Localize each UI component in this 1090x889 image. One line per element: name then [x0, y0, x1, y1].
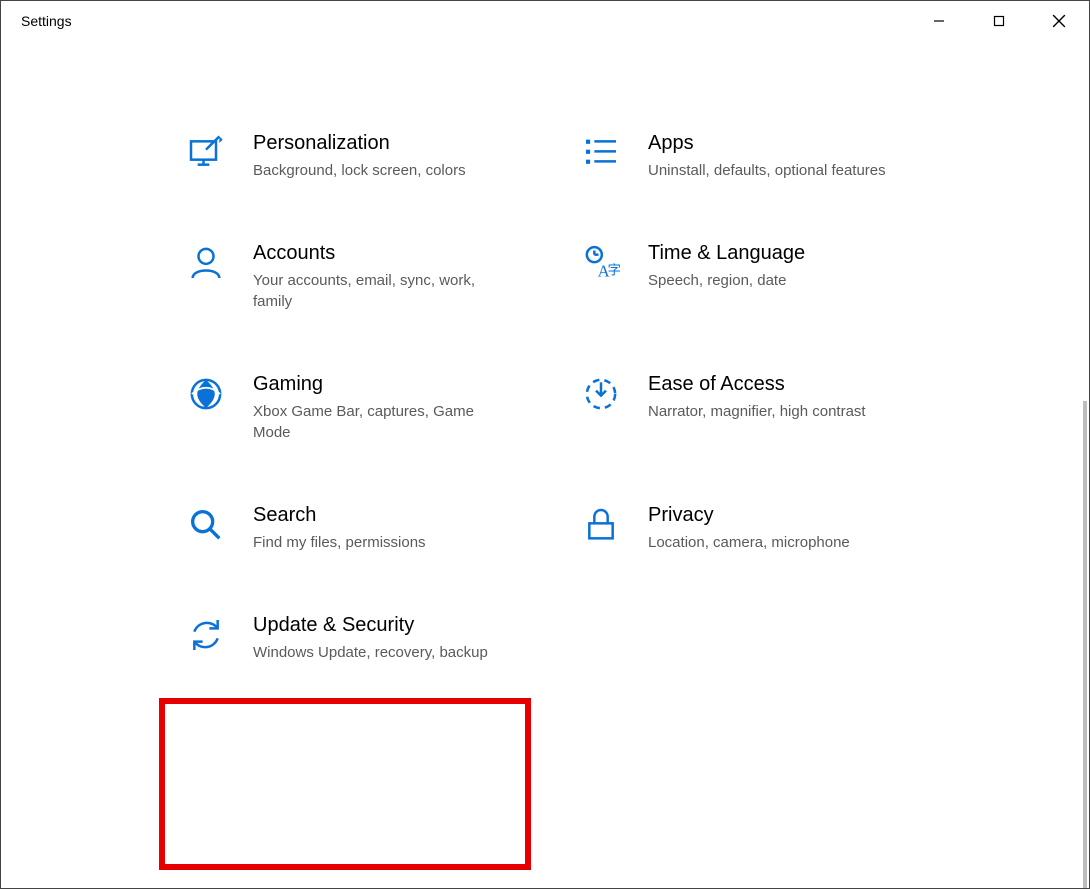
category-accounts[interactable]: Accounts Your accounts, email, sync, wor… [181, 241, 576, 312]
search-icon [181, 503, 231, 545]
category-desc: Xbox Game Bar, captures, Game Mode [253, 401, 513, 443]
category-title: Search [253, 503, 426, 528]
window-title: Settings [21, 13, 72, 29]
gaming-icon [181, 372, 231, 414]
content-area: Personalization Background, lock screen,… [1, 41, 1089, 888]
category-title: Accounts [253, 241, 513, 266]
scrollbar[interactable] [1083, 401, 1087, 888]
category-title: Ease of Access [648, 372, 866, 397]
category-time-language[interactable]: A 字 Time & Language Speech, region, date [576, 241, 971, 312]
titlebar: Settings [1, 1, 1089, 41]
personalization-icon [181, 131, 231, 173]
category-desc: Uninstall, defaults, optional features [648, 160, 886, 181]
category-desc: Your accounts, email, sync, work, family [253, 270, 513, 312]
category-ease-of-access[interactable]: Ease of Access Narrator, magnifier, high… [576, 372, 971, 443]
category-privacy[interactable]: Privacy Location, camera, microphone [576, 503, 971, 553]
minimize-button[interactable] [909, 1, 969, 41]
accounts-icon [181, 241, 231, 283]
category-desc: Speech, region, date [648, 270, 805, 291]
category-title: Gaming [253, 372, 513, 397]
category-desc: Find my files, permissions [253, 532, 426, 553]
update-security-icon [181, 613, 231, 655]
category-title: Personalization [253, 131, 466, 156]
time-language-icon: A 字 [576, 241, 626, 283]
settings-window: Settings [0, 0, 1090, 889]
category-title: Privacy [648, 503, 850, 528]
category-apps[interactable]: Apps Uninstall, defaults, optional featu… [576, 131, 971, 181]
settings-grid: Personalization Background, lock screen,… [181, 131, 971, 663]
maximize-button[interactable] [969, 1, 1029, 41]
category-desc: Location, camera, microphone [648, 532, 850, 553]
category-desc: Windows Update, recovery, backup [253, 642, 488, 663]
category-update-security[interactable]: Update & Security Windows Update, recove… [181, 613, 576, 663]
category-title: Apps [648, 131, 886, 156]
category-gaming[interactable]: Gaming Xbox Game Bar, captures, Game Mod… [181, 372, 576, 443]
category-personalization[interactable]: Personalization Background, lock screen,… [181, 131, 576, 181]
category-desc: Background, lock screen, colors [253, 160, 466, 181]
apps-icon [576, 131, 626, 173]
category-title: Update & Security [253, 613, 488, 638]
category-title: Time & Language [648, 241, 805, 266]
privacy-icon [576, 503, 626, 545]
ease-of-access-icon [576, 372, 626, 414]
svg-text:字: 字 [608, 263, 621, 278]
category-desc: Narrator, magnifier, high contrast [648, 401, 866, 422]
category-search[interactable]: Search Find my files, permissions [181, 503, 576, 553]
close-button[interactable] [1029, 1, 1089, 41]
